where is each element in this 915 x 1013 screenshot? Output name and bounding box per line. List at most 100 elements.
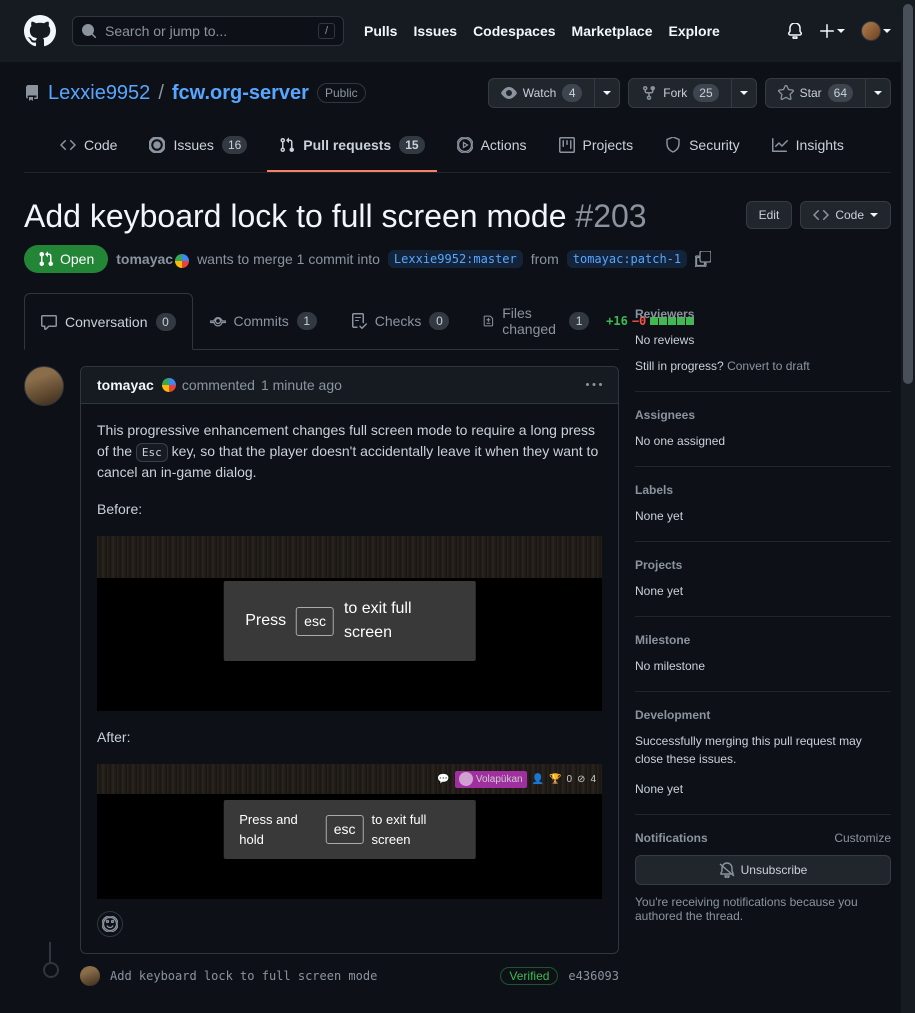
code-icon xyxy=(813,207,829,223)
play-icon xyxy=(457,137,473,153)
pr-open-icon xyxy=(38,251,54,267)
edit-button[interactable]: Edit xyxy=(746,201,793,229)
nav-marketplace[interactable]: Marketplace xyxy=(572,23,653,39)
plus-icon xyxy=(819,23,835,39)
pr-number: #203 xyxy=(575,198,646,234)
chat-icon: 💬 xyxy=(437,772,449,787)
labels-heading[interactable]: Labels xyxy=(635,483,891,497)
eye-icon xyxy=(501,85,517,101)
scrollbar[interactable] xyxy=(901,0,915,1013)
pr-author-link[interactable]: tomayac xyxy=(116,251,173,267)
search-placeholder: Search or jump to... xyxy=(105,23,310,39)
after-screenshot[interactable]: 💬 Volapükan 👤🏆0⊘4 Press and holdescto ex… xyxy=(97,764,602,899)
top-nav: Pulls Issues Codespaces Marketplace Expl… xyxy=(364,23,720,39)
commit-timeline-item: Add keyboard lock to full screen mode Ve… xyxy=(24,954,619,986)
bell-slash-icon xyxy=(719,862,735,878)
repo-icon xyxy=(24,85,40,101)
avatar xyxy=(861,21,881,41)
tab-pull-requests[interactable]: Pull requests15 xyxy=(267,128,436,172)
projects-heading[interactable]: Projects xyxy=(635,558,891,572)
customize-link[interactable]: Customize xyxy=(834,831,891,845)
before-label: Before: xyxy=(97,499,602,520)
tab-conversation[interactable]: Conversation0 xyxy=(24,293,193,350)
before-screenshot[interactable]: Pressescto exit full screen xyxy=(97,536,602,711)
search-input[interactable]: Search or jump to... / xyxy=(72,16,344,46)
file-diff-icon xyxy=(483,313,494,329)
nav-explore[interactable]: Explore xyxy=(668,23,719,39)
smiley-icon xyxy=(102,916,118,932)
after-label: After: xyxy=(97,727,602,748)
fork-button[interactable]: Fork 25 xyxy=(628,78,731,108)
code-icon xyxy=(60,137,76,153)
star-dropdown[interactable] xyxy=(866,78,891,108)
copy-icon[interactable] xyxy=(695,251,711,267)
org-badge-icon xyxy=(175,254,189,268)
assignees-heading[interactable]: Assignees xyxy=(635,408,891,422)
global-header: Search or jump to... / Pulls Issues Code… xyxy=(0,0,915,62)
checklist-icon xyxy=(351,313,367,329)
tab-projects[interactable]: Projects xyxy=(547,128,646,172)
milestone-heading[interactable]: Milestone xyxy=(635,633,891,647)
visibility-badge: Public xyxy=(317,83,366,103)
pr-icon xyxy=(279,137,295,153)
star-icon xyxy=(778,85,794,101)
kebab-icon[interactable] xyxy=(586,377,602,393)
create-new-dropdown[interactable] xyxy=(819,23,845,39)
code-dropdown-button[interactable]: Code xyxy=(800,201,891,229)
head-branch[interactable]: tomayac:patch-1 xyxy=(567,250,687,268)
scrollbar-thumb[interactable] xyxy=(903,4,913,384)
kbd-esc: Esc xyxy=(136,443,168,462)
commit-author-avatar[interactable] xyxy=(80,966,100,986)
issue-icon xyxy=(149,137,165,153)
comment-icon xyxy=(41,314,57,330)
notifications-heading: Notifications xyxy=(635,831,708,845)
path-separator: / xyxy=(158,82,164,105)
comment-author-link[interactable]: tomayac xyxy=(97,377,154,393)
nav-issues[interactable]: Issues xyxy=(413,23,457,39)
tab-insights[interactable]: Insights xyxy=(760,128,856,172)
repo-owner-link[interactable]: Lexxie9952 xyxy=(48,82,150,105)
verified-badge[interactable]: Verified xyxy=(500,967,558,985)
user-menu[interactable] xyxy=(861,21,891,41)
pr-title: Add keyboard lock to full screen mode #2… xyxy=(24,197,730,235)
graph-icon xyxy=(772,137,788,153)
notifications-icon[interactable] xyxy=(787,23,803,39)
convert-to-draft-link[interactable]: Convert to draft xyxy=(727,359,810,373)
tab-checks[interactable]: Checks0 xyxy=(334,293,467,349)
tab-commits[interactable]: Commits1 xyxy=(193,293,334,349)
watch-button[interactable]: Watch 4 xyxy=(488,78,596,108)
commit-icon xyxy=(210,313,226,329)
base-branch[interactable]: Lexxie9952:master xyxy=(388,250,523,268)
add-reaction-button[interactable] xyxy=(97,911,123,937)
commit-sha-link[interactable]: e436093 xyxy=(568,969,619,983)
star-button[interactable]: Star 64 xyxy=(765,78,866,108)
tab-issues[interactable]: Issues16 xyxy=(137,128,259,172)
github-logo-icon[interactable] xyxy=(24,15,56,47)
comment-author-avatar[interactable] xyxy=(24,366,64,406)
tab-actions[interactable]: Actions xyxy=(445,128,539,172)
search-icon xyxy=(81,23,97,39)
org-badge-icon xyxy=(162,378,176,392)
fork-icon xyxy=(641,85,657,101)
comment-timestamp[interactable]: 1 minute ago xyxy=(261,377,342,393)
shield-icon xyxy=(665,137,681,153)
commit-message-link[interactable]: Add keyboard lock to full screen mode xyxy=(110,969,490,983)
reviewers-heading[interactable]: Reviewers xyxy=(635,307,891,321)
comment-paragraph: This progressive enhancement changes ful… xyxy=(97,420,602,483)
nav-pulls[interactable]: Pulls xyxy=(364,23,397,39)
nav-codespaces[interactable]: Codespaces xyxy=(473,23,555,39)
repo-name-link[interactable]: fcw.org-server xyxy=(172,82,309,105)
tab-files-changed[interactable]: Files changed1 xyxy=(466,293,606,349)
pr-state-badge: Open xyxy=(24,245,108,273)
tab-code[interactable]: Code xyxy=(48,128,129,172)
fork-dropdown[interactable] xyxy=(732,78,757,108)
slash-key-hint: / xyxy=(318,23,335,39)
tab-security[interactable]: Security xyxy=(653,128,752,172)
project-icon xyxy=(559,137,575,153)
repo-header: Lexxie9952 / fcw.org-server Public Watch… xyxy=(0,62,915,173)
unsubscribe-button[interactable]: Unsubscribe xyxy=(635,855,891,885)
watch-dropdown[interactable] xyxy=(595,78,620,108)
comment: tomayac commented 1 minute ago This prog… xyxy=(80,366,619,954)
pr-sidebar: Reviewers No reviews Still in progress? … xyxy=(635,293,891,986)
development-heading[interactable]: Development xyxy=(635,708,891,722)
